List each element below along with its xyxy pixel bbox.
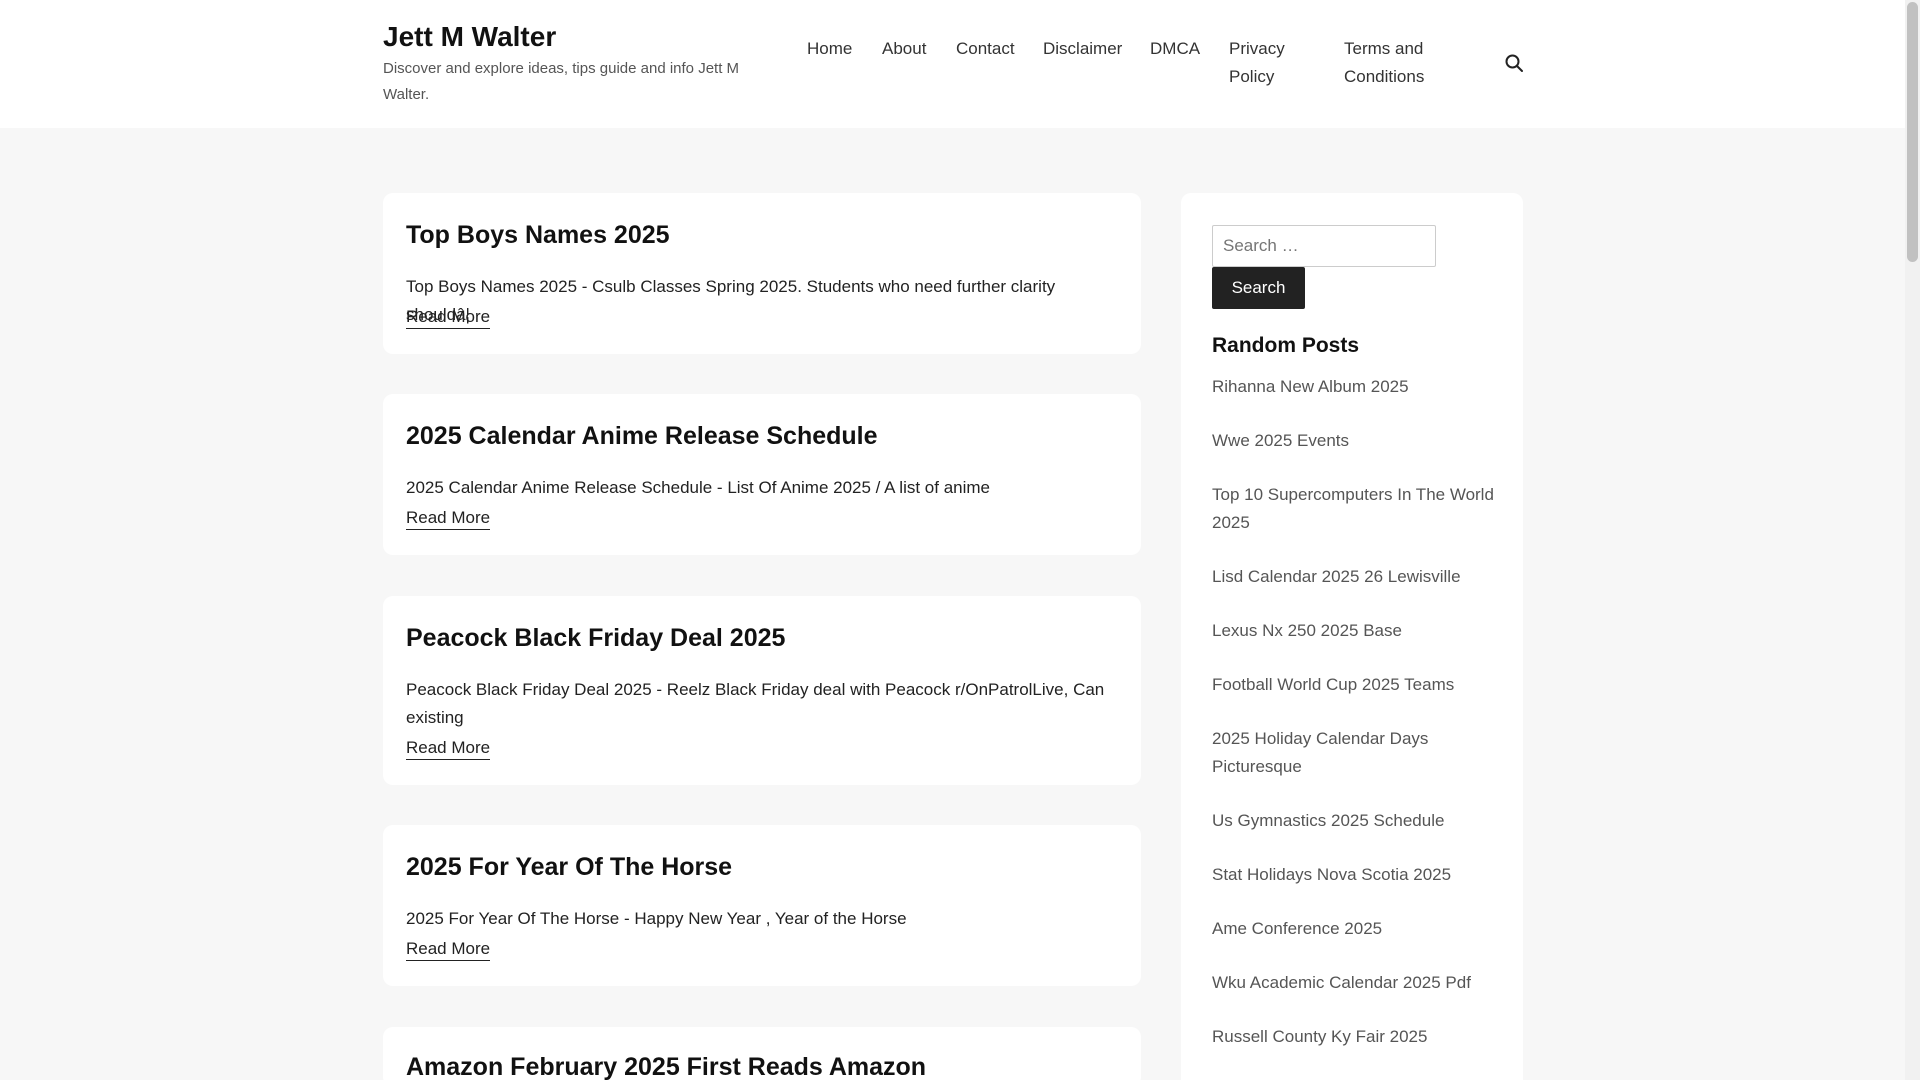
- nav-privacy-policy[interactable]: Privacy Policy: [1229, 35, 1319, 91]
- random-post-link[interactable]: Russell County Ky Fair 2025: [1212, 1023, 1502, 1051]
- post-excerpt: 2025 For Year Of The Horse - Happy New Y…: [406, 909, 907, 928]
- post-title[interactable]: Top Boys Names 2025: [406, 221, 670, 250]
- sidebar: Search Random Posts Rihanna New Album 20…: [1181, 193, 1523, 1080]
- read-more-link[interactable]: Read More: [406, 306, 491, 329]
- post-excerpt: Top Boys Names 2025 - Csulb Classes Spri…: [406, 277, 1056, 324]
- random-post-link[interactable]: Stat Holidays Nova Scotia 2025: [1212, 861, 1502, 889]
- post-title[interactable]: Amazon February 2025 First Reads Amazon: [406, 1053, 926, 1080]
- random-post-link[interactable]: Top 10 Supercomputers In The World 2025: [1212, 481, 1502, 537]
- read-more-link[interactable]: Read More: [406, 507, 491, 530]
- post-excerpt: 2025 Calendar Anime Release Schedule - L…: [406, 478, 991, 497]
- random-posts-list: Rihanna New Album 2025 Wwe 2025 Events T…: [1212, 373, 1502, 1077]
- random-post-link[interactable]: Lisd Calendar 2025 26 Lewisville: [1212, 563, 1502, 591]
- post-card: 2025 Calendar Anime Release Schedule 202…: [383, 394, 1141, 555]
- random-post-link[interactable]: Rihanna New Album 2025: [1212, 373, 1502, 401]
- random-post-link[interactable]: Ame Conference 2025: [1212, 915, 1502, 943]
- random-posts-title: Random Posts: [1212, 334, 1360, 357]
- site-description: Discover and explore ideas, tips guide a…: [383, 60, 740, 103]
- post-title[interactable]: 2025 Calendar Anime Release Schedule: [406, 422, 878, 451]
- read-more-link[interactable]: Read More: [406, 938, 491, 961]
- site-title[interactable]: Jett M Walter: [383, 21, 556, 52]
- site-header: Jett M Walter Discover and explore ideas…: [0, 0, 1905, 128]
- brand: Jett M Walter Discover and explore ideas…: [383, 20, 763, 108]
- nav-dmca[interactable]: DMCA: [1150, 35, 1200, 63]
- read-more-link[interactable]: Read More: [406, 737, 491, 760]
- nav-terms-and-conditions[interactable]: Terms and Conditions: [1344, 35, 1454, 91]
- random-post-link[interactable]: Lexus Nx 250 2025 Base: [1212, 617, 1502, 645]
- nav-disclaimer[interactable]: Disclaimer: [1043, 35, 1122, 63]
- post-card: Peacock Black Friday Deal 2025 Peacock B…: [383, 596, 1141, 785]
- post-excerpt: Peacock Black Friday Deal 2025 - Reelz B…: [406, 680, 1105, 727]
- nav-contact[interactable]: Contact: [956, 35, 1015, 63]
- search-icon[interactable]: [1503, 52, 1525, 74]
- random-post-link[interactable]: Wwe 2025 Events: [1212, 427, 1502, 455]
- nav-about[interactable]: About: [882, 35, 926, 63]
- search-button[interactable]: Search: [1212, 267, 1305, 309]
- random-post-link[interactable]: Football World Cup 2025 Teams: [1212, 671, 1502, 699]
- random-post-link[interactable]: Wku Academic Calendar 2025 Pdf: [1212, 969, 1502, 997]
- search-input[interactable]: [1212, 225, 1436, 267]
- scrollbar-thumb[interactable]: [1907, 2, 1918, 262]
- nav-home[interactable]: Home: [807, 35, 852, 63]
- post-card: Amazon February 2025 First Reads Amazon: [383, 1027, 1141, 1080]
- post-card: Top Boys Names 2025 Top Boys Names 2025 …: [383, 193, 1141, 354]
- random-post-link[interactable]: 2025 Holiday Calendar Days Picturesque: [1212, 725, 1502, 781]
- post-title[interactable]: Peacock Black Friday Deal 2025: [406, 624, 785, 653]
- random-post-link[interactable]: Us Gymnastics 2025 Schedule: [1212, 807, 1502, 835]
- post-title[interactable]: 2025 For Year Of The Horse: [406, 853, 732, 882]
- post-card: 2025 For Year Of The Horse 2025 For Year…: [383, 825, 1141, 986]
